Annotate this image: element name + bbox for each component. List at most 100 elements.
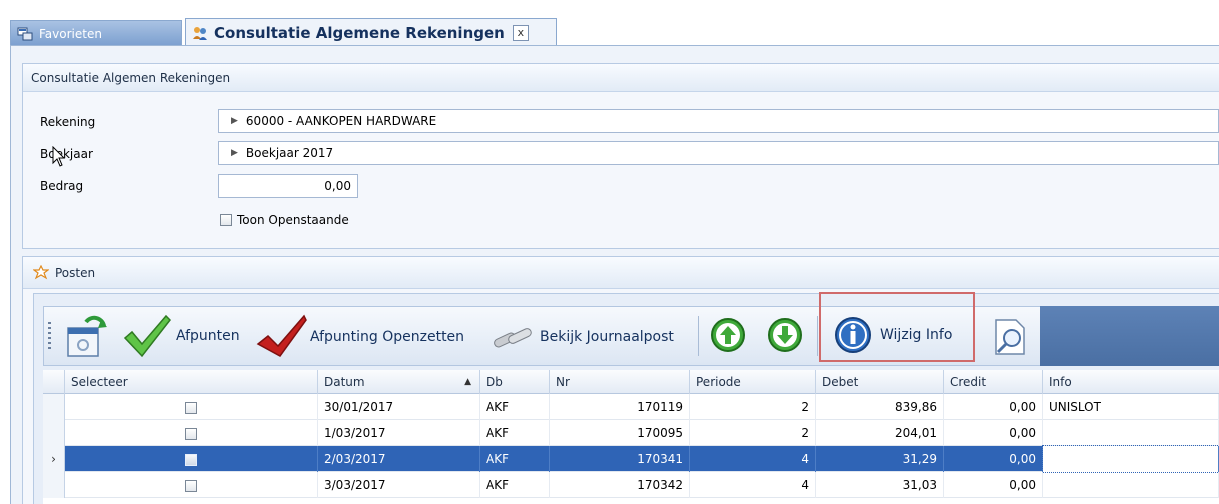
cell-selecteer xyxy=(65,420,318,446)
red-checkmark-icon xyxy=(256,314,307,357)
row-indicator[interactable] xyxy=(43,394,65,420)
rekening-field[interactable]: ▶ 60000 - AANKOPEN HARDWARE xyxy=(218,109,1219,133)
cell-nr[interactable]: 170119 xyxy=(550,394,690,420)
cell-debet[interactable]: 31,29 xyxy=(816,446,944,472)
header-debet[interactable]: Debet xyxy=(816,370,944,394)
cell-credit[interactable]: 0,00 xyxy=(944,446,1043,472)
cell-debet[interactable]: 204,01 xyxy=(816,420,944,446)
row-select-checkbox[interactable] xyxy=(185,453,197,466)
tab-favorieten[interactable]: Favorieten xyxy=(10,20,182,46)
consultation-icon xyxy=(193,26,207,40)
afpunting-openzetten-button[interactable]: Afpunting Openzetten xyxy=(256,314,464,360)
refresh-settings-button[interactable] xyxy=(62,312,112,360)
cell-info[interactable] xyxy=(1043,420,1219,446)
search-page-icon xyxy=(995,319,1025,355)
cell-nr[interactable]: 170342 xyxy=(550,472,690,498)
posten-icon xyxy=(33,264,49,279)
header-selecteer[interactable]: Selecteer xyxy=(65,370,318,394)
cell-credit[interactable]: 0,00 xyxy=(944,472,1043,498)
cell-db[interactable]: AKF xyxy=(480,472,550,498)
mouse-cursor-icon xyxy=(52,146,66,167)
cell-debet[interactable]: 839,86 xyxy=(816,394,944,420)
toolbar-separator xyxy=(817,316,818,356)
bekijk-journaalpost-button[interactable]: Bekijk Journaalpost xyxy=(490,322,674,352)
pipes-icon xyxy=(494,328,532,348)
cell-debet[interactable]: 31,03 xyxy=(816,472,944,498)
cell-info[interactable] xyxy=(1042,445,1219,473)
arrow-down-icon xyxy=(768,318,802,352)
boekjaar-label: Boekjaar xyxy=(40,147,93,161)
header-db[interactable]: Db xyxy=(480,370,550,394)
cell-db[interactable]: AKF xyxy=(480,420,550,446)
bedrag-label: Bedrag xyxy=(40,179,84,193)
grid-header: Selecteer Datum ▲ Db Nr Periode Debet Cr… xyxy=(43,370,1219,394)
tab-consultatie[interactable]: Consultatie Algemene Rekeningen x xyxy=(185,18,557,46)
row-indicator[interactable] xyxy=(43,472,65,498)
header-datum-label: Datum xyxy=(324,375,365,389)
checkmark-icon xyxy=(123,314,171,358)
row-select-checkbox[interactable] xyxy=(185,479,197,492)
posten-panel-header: Posten xyxy=(23,257,1219,289)
header-credit[interactable]: Credit xyxy=(944,370,1043,394)
favorites-icon xyxy=(17,27,33,40)
move-up-button[interactable] xyxy=(710,317,746,353)
toolbar-separator xyxy=(698,316,699,356)
cell-nr[interactable]: 170095 xyxy=(550,420,690,446)
afpunting-openzetten-label: Afpunting Openzetten xyxy=(310,329,465,345)
cell-datum[interactable]: 2/03/2017 xyxy=(318,446,480,472)
cell-selecteer xyxy=(65,446,318,472)
tab-strip: Favorieten Consultatie Algemene Rekening… xyxy=(0,0,1219,46)
search-button[interactable] xyxy=(992,318,1032,358)
row-indicator-current[interactable]: › xyxy=(43,446,65,472)
toon-openstaande[interactable]: Toon Openstaande xyxy=(220,213,349,227)
table-row[interactable]: › 2/03/2017 AKF 170341 4 31,29 0,00 xyxy=(43,445,1219,473)
cell-periode[interactable]: 4 xyxy=(690,446,816,472)
close-icon[interactable]: x xyxy=(512,24,529,41)
criteria-panel-header: Consultatie Algemen Rekeningen xyxy=(23,64,1219,92)
posten-grid: Selecteer Datum ▲ Db Nr Periode Debet Cr… xyxy=(43,370,1219,504)
expand-arrow-icon: ▶ xyxy=(231,148,238,158)
rekening-value: 60000 - AANKOPEN HARDWARE xyxy=(245,114,437,128)
cell-db[interactable]: AKF xyxy=(480,446,550,472)
toon-openstaande-label: Toon Openstaande xyxy=(237,213,349,227)
row-select-checkbox[interactable] xyxy=(185,401,197,414)
cell-info[interactable]: UNISLOT xyxy=(1043,394,1219,420)
header-nr[interactable]: Nr xyxy=(550,370,690,394)
sort-ascending-icon: ▲ xyxy=(464,377,471,387)
afpunten-label: Afpunten xyxy=(176,328,240,344)
boekjaar-field[interactable]: ▶ Boekjaar 2017 xyxy=(218,141,1219,165)
cell-periode[interactable]: 4 xyxy=(690,472,816,498)
cell-periode[interactable]: 2 xyxy=(690,394,816,420)
arrow-up-icon xyxy=(711,318,745,352)
cell-nr[interactable]: 170341 xyxy=(550,446,690,472)
header-indicator xyxy=(43,370,65,394)
cell-info[interactable] xyxy=(1043,472,1219,498)
bedrag-input[interactable]: 0,00 xyxy=(218,174,358,198)
bedrag-value: 0,00 xyxy=(324,179,351,193)
cell-db[interactable]: AKF xyxy=(480,394,550,420)
bekijk-journaalpost-label: Bekijk Journaalpost xyxy=(540,329,674,345)
table-row[interactable]: 3/03/2017 AKF 170342 4 31,03 0,00 xyxy=(43,472,1219,498)
row-indicator[interactable] xyxy=(43,420,65,446)
cell-periode[interactable]: 2 xyxy=(690,420,816,446)
header-periode[interactable]: Periode xyxy=(690,370,816,394)
toolbar-grip[interactable] xyxy=(48,322,51,350)
expand-arrow-icon: ▶ xyxy=(231,116,238,126)
table-row[interactable]: 1/03/2017 AKF 170095 2 204,01 0,00 xyxy=(43,420,1219,446)
tab-consultatie-label: Consultatie Algemene Rekeningen xyxy=(214,23,505,42)
refresh-settings-icon xyxy=(67,315,107,357)
cell-credit[interactable]: 0,00 xyxy=(944,420,1043,446)
header-info[interactable]: Info xyxy=(1043,370,1219,394)
move-down-button[interactable] xyxy=(767,317,803,353)
cell-datum[interactable]: 1/03/2017 xyxy=(318,420,480,446)
cell-selecteer xyxy=(65,472,318,498)
rekening-label: Rekening xyxy=(40,115,96,129)
cell-credit[interactable]: 0,00 xyxy=(944,394,1043,420)
toon-openstaande-checkbox[interactable] xyxy=(220,214,232,226)
header-datum[interactable]: Datum ▲ xyxy=(318,370,480,394)
cell-datum[interactable]: 30/01/2017 xyxy=(318,394,480,420)
cell-datum[interactable]: 3/03/2017 xyxy=(318,472,480,498)
table-row[interactable]: 30/01/2017 AKF 170119 2 839,86 0,00 UNISLOT xyxy=(43,394,1219,420)
afpunten-button[interactable]: Afpunten xyxy=(122,312,240,360)
row-select-checkbox[interactable] xyxy=(185,427,197,440)
